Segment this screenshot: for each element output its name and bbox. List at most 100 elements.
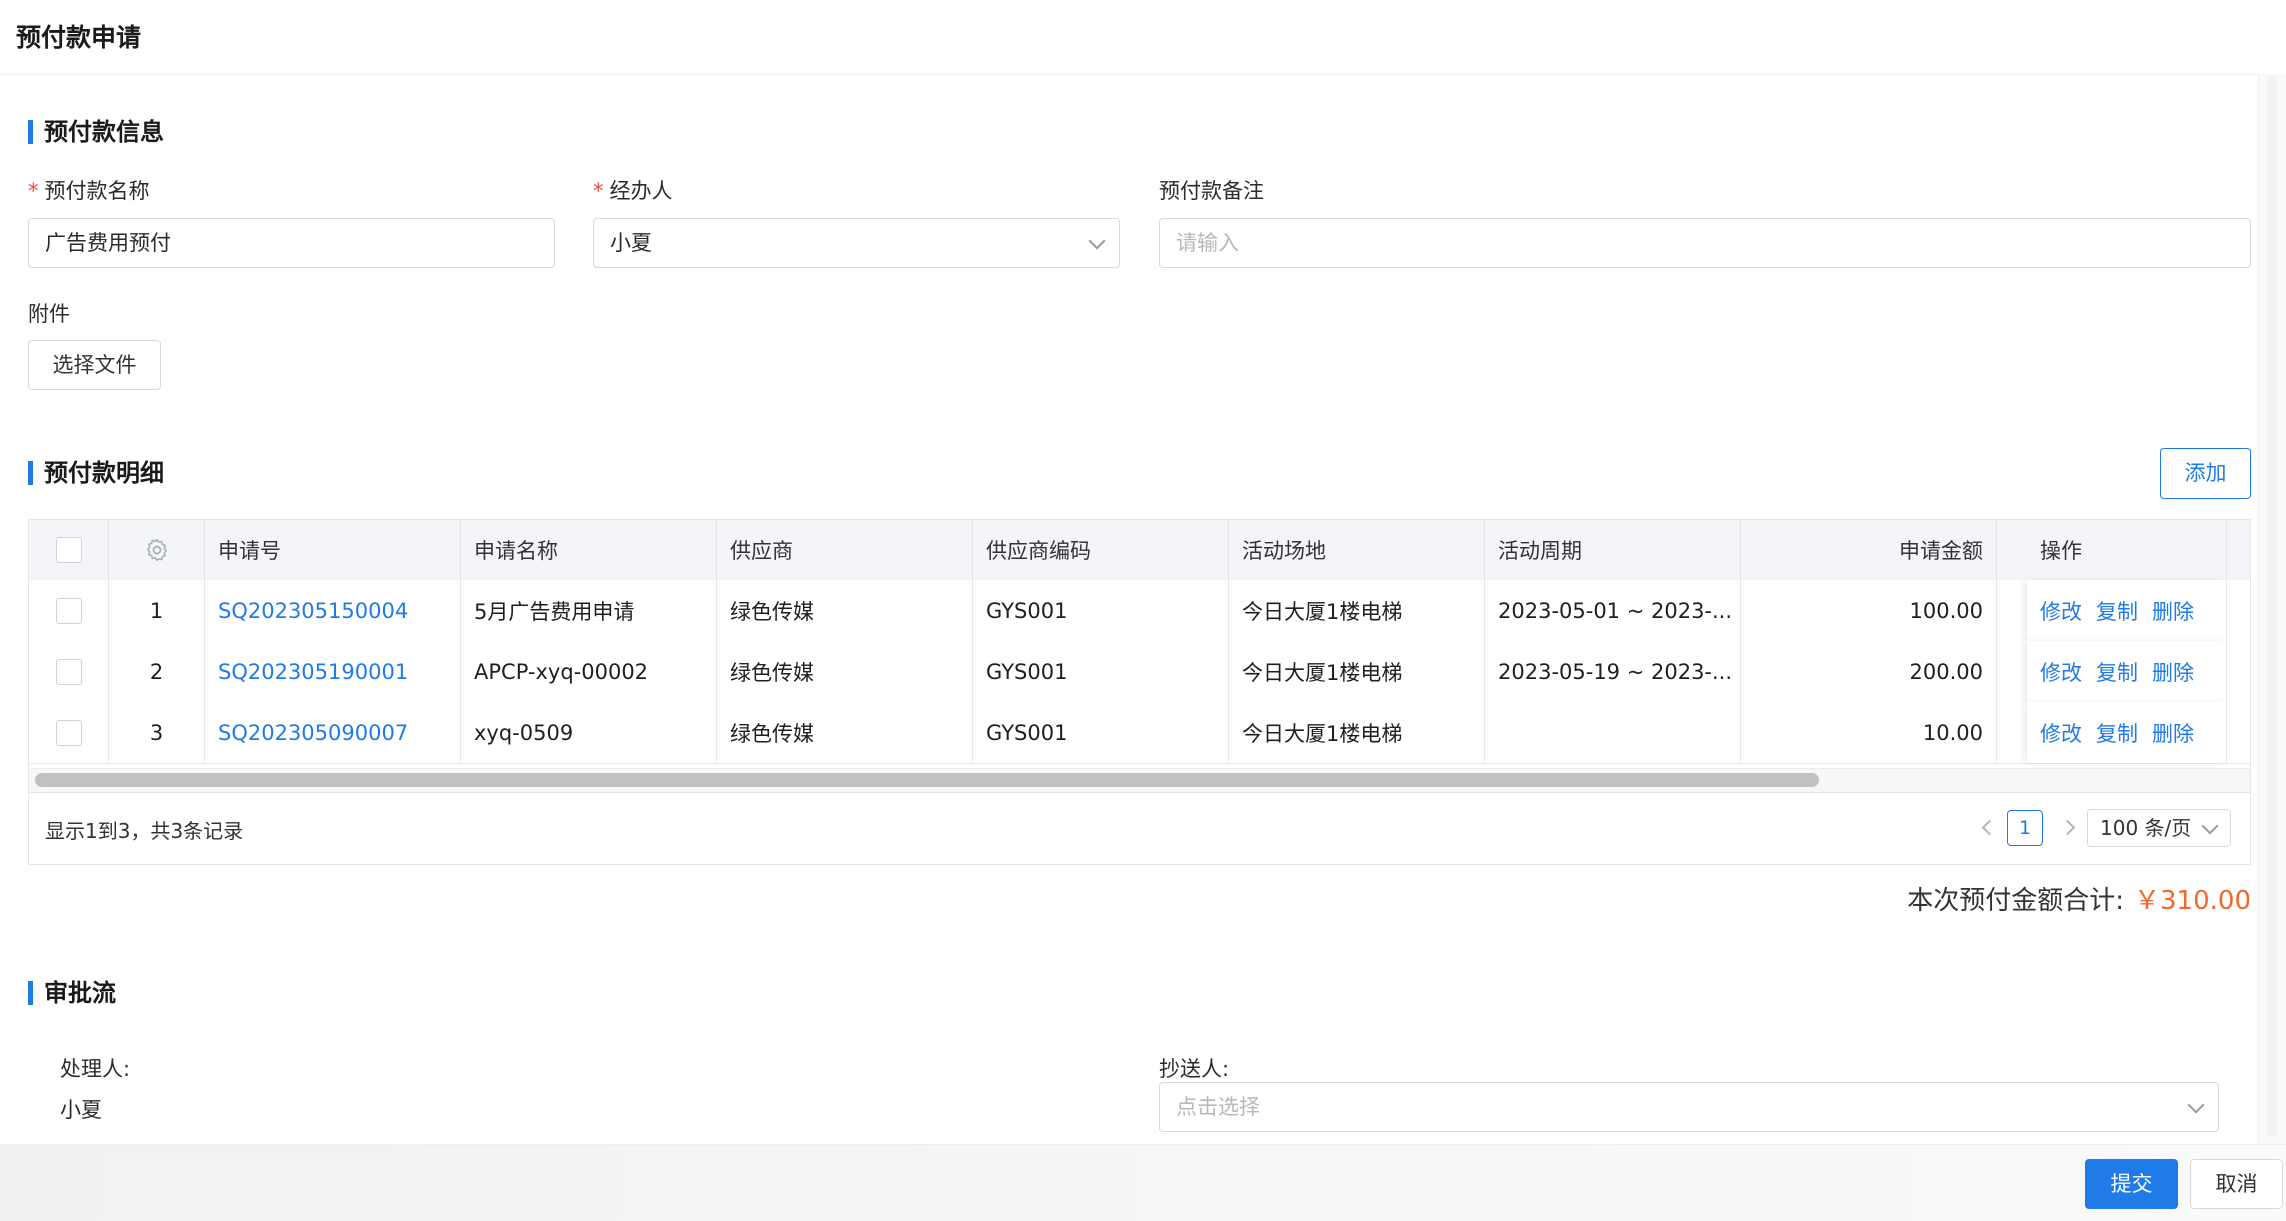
cc-select[interactable]: 点击选择 — [1159, 1082, 2219, 1132]
chevron-down-icon — [2201, 817, 2219, 835]
header-supplier-code: 供应商编码 — [973, 520, 1229, 580]
venue-cell: 今日大厦1楼电梯 — [1229, 641, 1485, 702]
amount-cell: 10.00 — [1741, 702, 1997, 763]
copy-link[interactable]: 复制 — [2096, 596, 2138, 626]
current-page-button[interactable]: 1 — [2007, 810, 2043, 846]
amount-cell: 100.00 — [1741, 580, 1997, 641]
header-supplier: 供应商 — [717, 520, 973, 580]
row-checkbox[interactable] — [55, 719, 82, 746]
row-index: 1 — [109, 580, 205, 641]
header-apply-name: 申请名称 — [461, 520, 717, 580]
processor-value: 小夏 — [60, 1098, 102, 1122]
submit-button[interactable]: 提交 — [2085, 1159, 2178, 1209]
page-title: 预付款申请 — [16, 23, 142, 52]
horizontal-scrollbar-thumb[interactable] — [35, 773, 1819, 787]
row-select[interactable] — [29, 580, 109, 641]
vertical-scrollbar[interactable] — [2258, 74, 2286, 1144]
apply-name-cell: xyq-0509 — [461, 702, 717, 763]
supplier-code-cell: GYS001 — [973, 641, 1229, 702]
detail-table: 申请号 申请名称 供应商 供应商编码 活动场地 活动周期 申请金额 操作 1 S… — [28, 519, 2251, 865]
top-bar: 预付款申请 — [0, 0, 2286, 75]
copy-link[interactable]: 复制 — [2096, 657, 2138, 687]
add-button[interactable]: 添加 — [2160, 448, 2251, 499]
cancel-button[interactable]: 取消 — [2190, 1159, 2283, 1209]
next-page-icon[interactable] — [2059, 819, 2076, 836]
supplier-cell: 绿色传媒 — [717, 580, 973, 641]
row-select[interactable] — [29, 702, 109, 763]
venue-cell: 今日大厦1楼电梯 — [1229, 702, 1485, 763]
remark-label: 预付款备注 — [1159, 179, 1264, 203]
apply-no-link[interactable]: SQ202305090007 — [205, 702, 461, 763]
required-asterisk: * — [28, 179, 39, 203]
remark-input[interactable]: 请输入 — [1159, 218, 2251, 268]
table-row: 2 SQ202305190001 APCP-xyq-00002 绿色传媒 GYS… — [29, 641, 2250, 703]
chevron-down-icon — [2187, 1096, 2205, 1114]
apply-no-link[interactable]: SQ202305150004 — [205, 580, 461, 641]
header-venue: 活动场地 — [1229, 520, 1485, 580]
supplier-code-cell: GYS001 — [973, 702, 1229, 763]
venue-cell: 今日大厦1楼电梯 — [1229, 580, 1485, 641]
gear-icon[interactable] — [144, 537, 170, 563]
processor-label: 处理人: — [60, 1057, 131, 1081]
row-index: 3 — [109, 702, 205, 763]
detail-section-title: 预付款明细 — [28, 458, 164, 488]
total-label: 本次预付金额合计: — [1907, 886, 2125, 916]
total-amount-row: 本次预付金额合计: ￥310.00 — [1907, 880, 2251, 917]
apply-name-cell: 5月广告费用申请 — [461, 580, 717, 641]
bottom-action-bar: 提交 取消 — [0, 1144, 2286, 1221]
row-checkbox[interactable] — [55, 597, 82, 624]
period-cell: 2023-05-19 ~ 2023-... — [1485, 641, 1741, 702]
required-asterisk: * — [593, 179, 604, 203]
delete-link[interactable]: 删除 — [2152, 596, 2194, 626]
supplier-cell: 绿色传媒 — [717, 702, 973, 763]
edit-link[interactable]: 修改 — [2040, 596, 2082, 626]
record-summary: 显示1到3，共3条记录 — [45, 819, 244, 843]
cc-label: 抄送人: — [1159, 1057, 1230, 1081]
apply-name-cell: APCP-xyq-00002 — [461, 641, 717, 702]
table-footer: 显示1到3，共3条记录 1 100 条/页 — [29, 792, 2250, 864]
table-row: 3 SQ202305090007 xyq-0509 绿色传媒 GYS001 今日… — [29, 702, 2250, 764]
select-all-checkbox[interactable] — [55, 537, 82, 563]
table-header: 申请号 申请名称 供应商 供应商编码 活动场地 活动周期 申请金额 操作 — [29, 520, 2250, 581]
edit-link[interactable]: 修改 — [2040, 718, 2082, 748]
period-cell — [1485, 702, 1741, 763]
page-size-value: 100 条/页 — [2100, 816, 2192, 840]
cc-select-placeholder: 点击选择 — [1176, 1095, 1260, 1119]
row-checkbox[interactable] — [55, 658, 82, 685]
page-size-select[interactable]: 100 条/页 — [2087, 809, 2231, 847]
handler-select-value: 小夏 — [610, 231, 652, 255]
row-actions: 修改 复制 删除 — [2027, 580, 2227, 641]
choose-file-button[interactable]: 选择文件 — [28, 340, 161, 390]
row-select[interactable] — [29, 641, 109, 702]
supplier-cell: 绿色传媒 — [717, 641, 973, 702]
column-settings[interactable] — [109, 520, 205, 580]
handler-select[interactable]: 小夏 — [593, 218, 1120, 268]
header-select-all[interactable] — [29, 520, 109, 580]
edit-link[interactable]: 修改 — [2040, 657, 2082, 687]
info-section-title: 预付款信息 — [28, 117, 164, 147]
amount-cell: 200.00 — [1741, 641, 1997, 702]
name-label: * 预付款名称 — [28, 179, 150, 203]
header-actions: 操作 — [2027, 520, 2227, 580]
supplier-code-cell: GYS001 — [973, 580, 1229, 641]
handler-label: * 经办人 — [593, 179, 673, 203]
row-actions: 修改 复制 删除 — [2027, 702, 2227, 763]
attachment-label: 附件 — [28, 302, 70, 326]
row-index: 2 — [109, 641, 205, 702]
apply-no-link[interactable]: SQ202305190001 — [205, 641, 461, 702]
row-actions: 修改 复制 删除 — [2027, 641, 2227, 702]
delete-link[interactable]: 删除 — [2152, 718, 2194, 748]
approval-section-title: 审批流 — [28, 978, 116, 1008]
total-amount: ￥310.00 — [2134, 886, 2251, 916]
header-period: 活动周期 — [1485, 520, 1741, 580]
table-row: 1 SQ202305150004 5月广告费用申请 绿色传媒 GYS001 今日… — [29, 580, 2250, 642]
chevron-down-icon — [1088, 232, 1106, 250]
delete-link[interactable]: 删除 — [2152, 657, 2194, 687]
vertical-scrollbar-thumb[interactable] — [2267, 76, 2277, 1136]
header-amount: 申请金额 — [1741, 520, 1997, 580]
prepay-name-input[interactable]: 广告费用预付 — [28, 218, 555, 268]
prev-page-icon[interactable] — [1981, 819, 1998, 836]
period-cell: 2023-05-01 ~ 2023-... — [1485, 580, 1741, 641]
copy-link[interactable]: 复制 — [2096, 718, 2138, 748]
header-apply-no: 申请号 — [205, 520, 461, 580]
